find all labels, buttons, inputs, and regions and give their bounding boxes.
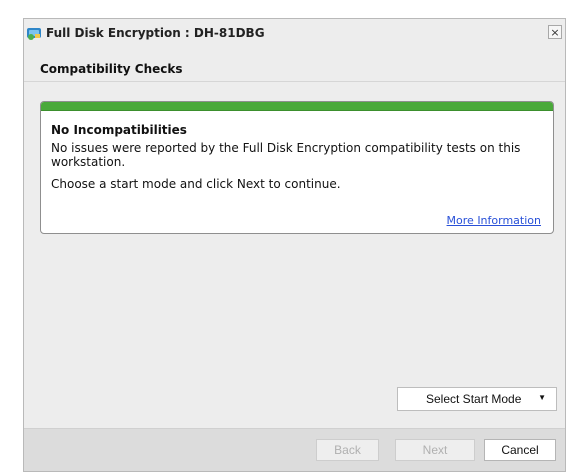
title-bar: Full Disk Encryption : DH-81DBG × xyxy=(24,19,565,46)
compatibility-result-card: No Incompatibilities No issues were repo… xyxy=(40,101,554,234)
back-button[interactable]: Back xyxy=(316,439,379,461)
window-title: Full Disk Encryption : DH-81DBG xyxy=(46,25,265,40)
start-mode-value: Select Start Mode xyxy=(426,392,522,406)
more-information-link[interactable]: More Information xyxy=(447,214,541,227)
next-button[interactable]: Next xyxy=(395,439,475,461)
status-bar xyxy=(41,102,553,111)
start-mode-dropdown[interactable]: Select Start Mode ▼ xyxy=(397,387,557,411)
wizard-window: Full Disk Encryption : DH-81DBG × Compat… xyxy=(23,18,566,472)
disk-encryption-icon xyxy=(26,25,42,41)
result-instruction: Choose a start mode and click Next to co… xyxy=(51,177,341,191)
wizard-footer: Back Next Cancel xyxy=(24,428,565,471)
page-title: Compatibility Checks xyxy=(40,62,183,76)
result-message: No issues were reported by the Full Disk… xyxy=(51,141,521,169)
result-heading: No Incompatibilities xyxy=(51,123,187,137)
close-button[interactable]: × xyxy=(548,25,562,39)
cancel-button[interactable]: Cancel xyxy=(484,439,556,461)
close-icon: × xyxy=(550,25,560,39)
chevron-down-icon: ▼ xyxy=(538,393,546,402)
header-divider xyxy=(24,81,565,82)
